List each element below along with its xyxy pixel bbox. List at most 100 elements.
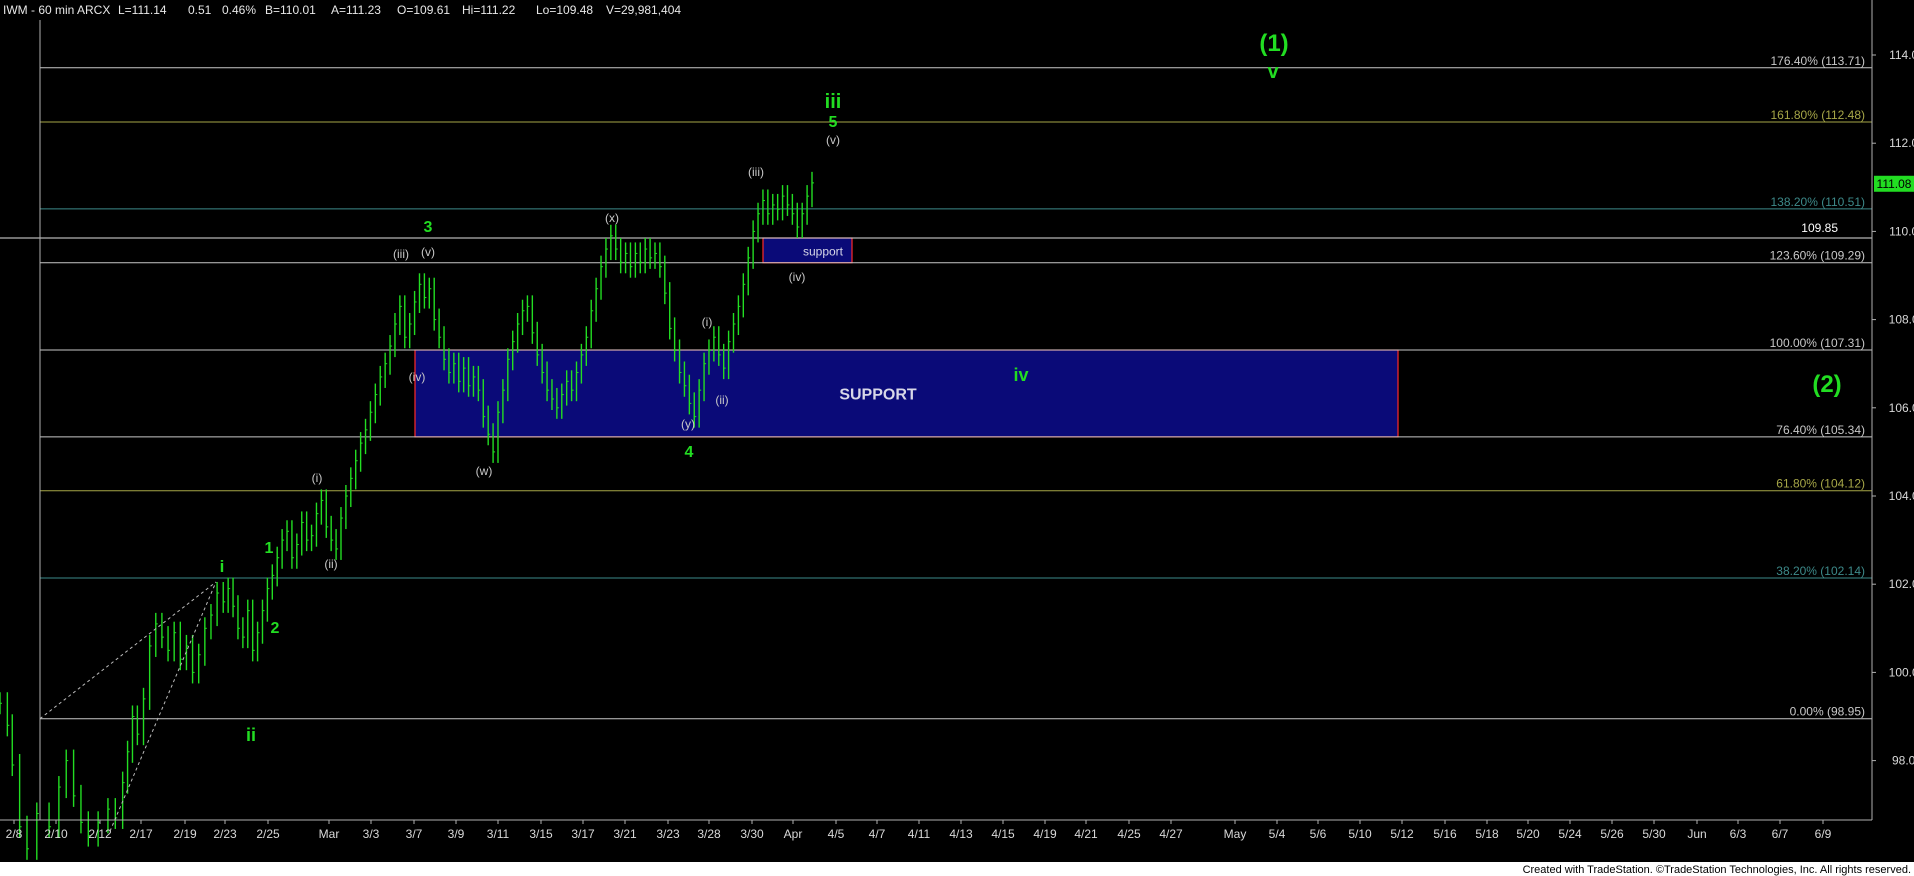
x-tick-label: 5/18 [1475, 827, 1499, 841]
support-zone-label: SUPPORT [839, 386, 917, 403]
x-tick-label: 5/20 [1516, 827, 1540, 841]
wave-label-green: (2) [1812, 371, 1841, 398]
fib-label: 0.00% (98.95) [1790, 705, 1865, 719]
header-change-pct: 0.46% [222, 3, 256, 17]
x-tick-label: 6/9 [1815, 827, 1832, 841]
header-symbol: IWM - 60 min ARCX [3, 3, 110, 17]
x-tick-label: 4/27 [1159, 827, 1183, 841]
fib-label: 161.80% (112.48) [1770, 108, 1865, 122]
x-tick-label: 5/6 [1310, 827, 1327, 841]
fib-label: 76.40% (105.34) [1776, 423, 1865, 437]
x-tick-label: 2/10 [44, 827, 68, 841]
header-last: L=111.14 [118, 3, 167, 17]
wave-label-green: iii [825, 91, 842, 113]
wave-label-green: 1 [265, 540, 274, 557]
fib-label: 100.00% (107.31) [1770, 336, 1865, 350]
header-open: O=109.61 [397, 3, 450, 17]
wave-label-gray: (i) [312, 471, 323, 485]
wave-label-gray: (w) [476, 464, 493, 478]
x-tick-label: May [1224, 827, 1247, 841]
x-tick-label: 3/21 [613, 827, 637, 841]
y-tick-label: 106.00 [1889, 401, 1914, 415]
x-tick-label: 3/3 [363, 827, 380, 841]
x-tick-label: 2/12 [88, 827, 112, 841]
header-ask: A=111.23 [331, 3, 381, 17]
wave-label-green: ii [246, 725, 256, 745]
wave-label-gray: (i) [702, 315, 713, 329]
wave-label-gray: (iv) [789, 270, 806, 284]
x-tick-label: Jun [1687, 827, 1706, 841]
price-bars [0, 171, 814, 860]
x-tick-label: 3/9 [448, 827, 465, 841]
x-tick-label: 3/15 [529, 827, 553, 841]
x-tick-label: 3/30 [740, 827, 764, 841]
x-tick-label: 4/5 [828, 827, 845, 841]
y-tick-label: 112.00 [1889, 136, 1914, 150]
header-high: Hi=111.22 [462, 3, 516, 17]
x-tick-label: 6/7 [1772, 827, 1789, 841]
footer-bar: Created with TradeStation. ©TradeStation… [0, 862, 1914, 876]
x-tick-label: 3/7 [406, 827, 423, 841]
x-tick-label: 2/8 [6, 827, 23, 841]
x-tick-label: 6/3 [1730, 827, 1747, 841]
wave-label-gray: (y) [681, 417, 695, 431]
y-tick-label: 98.00 [1892, 754, 1914, 768]
wave-label-green: 5 [829, 114, 838, 131]
wave-label-green: 3 [424, 219, 433, 236]
support-small-label: support [803, 244, 844, 258]
y-tick-label: 100.00 [1889, 665, 1914, 679]
x-tick-label: 4/15 [991, 827, 1015, 841]
x-tick-label: 2/23 [213, 827, 237, 841]
x-tick-label: 4/7 [869, 827, 886, 841]
fib-label: 38.20% (102.14) [1776, 564, 1865, 578]
x-tick-label: 3/11 [487, 827, 510, 841]
wave-label-green: iv [1013, 365, 1028, 385]
wave-label-gray: (v) [421, 245, 435, 259]
current-price-label: 111.08 [1877, 177, 1912, 191]
x-tick-label: 2/19 [173, 827, 197, 841]
x-tick-label: 5/12 [1390, 827, 1414, 841]
fib-label: 176.40% (113.71) [1770, 54, 1865, 68]
wave-label-green: v [1267, 61, 1279, 83]
horizontal-line-label: 109.85 [1801, 221, 1838, 235]
wave-label-green: i [220, 557, 225, 576]
x-tick-label: 2/17 [129, 827, 153, 841]
y-tick-label: 108.00 [1889, 313, 1914, 327]
x-tick-label: 5/10 [1348, 827, 1372, 841]
header-bar: IWM - 60 min ARCX L=111.14 0.51 0.46% B=… [3, 3, 681, 17]
wave-label-gray: (x) [605, 211, 619, 225]
x-tick-label: 5/24 [1558, 827, 1582, 841]
header-low: Lo=109.48 [536, 3, 593, 17]
x-tick-label: 4/11 [908, 827, 931, 841]
x-tick-label: 5/4 [1269, 827, 1286, 841]
wave-dashed-line [109, 581, 217, 832]
x-tick-label: 4/13 [949, 827, 973, 841]
x-tick-label: 4/19 [1033, 827, 1057, 841]
header-change: 0.51 [188, 3, 212, 17]
chart-window: IWM - 60 min ARCX L=111.14 0.51 0.46% B=… [0, 0, 1914, 876]
wave-label-gray: (iii) [748, 165, 764, 179]
x-tick-label: 5/16 [1433, 827, 1457, 841]
x-tick-label: 3/17 [571, 827, 595, 841]
wave-label-green: (1) [1259, 30, 1288, 57]
x-tick-label: 3/23 [656, 827, 680, 841]
header-bid: B=110.01 [265, 3, 316, 17]
wave-label-gray: (iv) [409, 370, 426, 384]
fib-label: 123.60% (109.29) [1770, 249, 1865, 263]
fib-label: 61.80% (104.12) [1776, 477, 1865, 491]
wave-label-green: 4 [685, 444, 694, 461]
x-tick-label: 2/25 [256, 827, 280, 841]
x-tick-label: 4/25 [1117, 827, 1141, 841]
wave-label-green: 2 [271, 620, 280, 637]
wave-label-gray: (iii) [393, 247, 409, 261]
x-tick-label: Apr [784, 827, 803, 841]
x-tick-label: 4/21 [1074, 827, 1098, 841]
footer-copyright: Created with TradeStation. ©TradeStation… [1523, 864, 1911, 876]
x-tick-label: 5/26 [1600, 827, 1624, 841]
price-chart[interactable]: IWM - 60 min ARCX L=111.14 0.51 0.46% B=… [0, 0, 1914, 876]
fib-label: 138.20% (110.51) [1770, 195, 1865, 209]
wave-label-gray: (ii) [715, 393, 728, 407]
wave-label-gray: (ii) [324, 557, 337, 571]
wave-dashed-line [39, 581, 217, 720]
x-tick-label: Mar [319, 827, 340, 841]
